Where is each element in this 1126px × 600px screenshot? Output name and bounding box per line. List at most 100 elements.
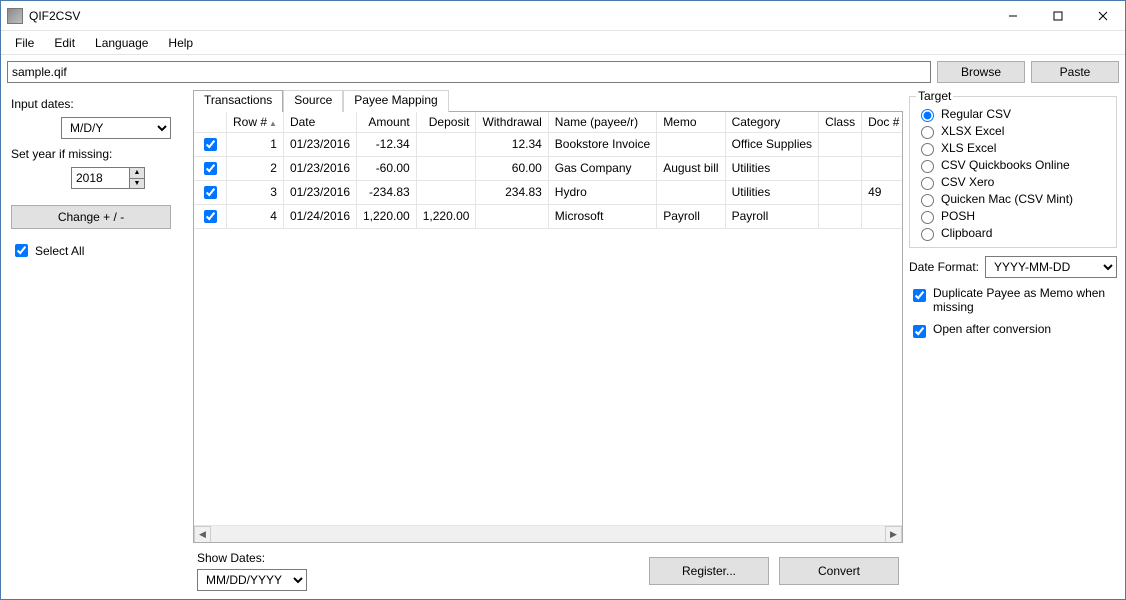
date-format-select[interactable]: YYYY-MM-DD bbox=[985, 256, 1117, 278]
cell-amount: 1,220.00 bbox=[357, 204, 417, 228]
table-row[interactable]: 301/23/2016-234.83234.83HydroUtilities49 bbox=[194, 180, 902, 204]
select-all-label: Select All bbox=[35, 244, 84, 258]
cell-row: 4 bbox=[227, 204, 284, 228]
cell-deposit bbox=[416, 132, 476, 156]
menu-help[interactable]: Help bbox=[160, 34, 201, 52]
target-label: Clipboard bbox=[941, 226, 992, 240]
tab-payee-mapping[interactable]: Payee Mapping bbox=[343, 90, 448, 112]
cell-withdrawal bbox=[476, 204, 548, 228]
minimize-icon bbox=[1008, 11, 1018, 21]
cell-doc bbox=[862, 156, 902, 180]
row-checkbox[interactable] bbox=[204, 210, 217, 223]
file-path-input[interactable] bbox=[7, 61, 931, 83]
file-row: Browse Paste bbox=[1, 55, 1125, 89]
date-format-label: Date Format: bbox=[909, 260, 979, 274]
cell-deposit: 1,220.00 bbox=[416, 204, 476, 228]
target-option: CSV Quickbooks Online bbox=[916, 156, 1110, 173]
col-withdrawal[interactable]: Withdrawal bbox=[476, 112, 548, 132]
col-date[interactable]: Date bbox=[283, 112, 356, 132]
target-radio[interactable] bbox=[921, 177, 934, 190]
col-doc[interactable]: Doc # bbox=[862, 112, 902, 132]
select-all-checkbox[interactable] bbox=[15, 244, 28, 257]
cell-date: 01/23/2016 bbox=[283, 180, 356, 204]
target-option: XLS Excel bbox=[916, 139, 1110, 156]
cell-category: Office Supplies bbox=[725, 132, 819, 156]
cell-amount: -234.83 bbox=[357, 180, 417, 204]
target-radio[interactable] bbox=[921, 211, 934, 224]
target-radio[interactable] bbox=[921, 160, 934, 173]
close-button[interactable] bbox=[1080, 1, 1125, 30]
open-after-label: Open after conversion bbox=[933, 322, 1051, 336]
scroll-left-button[interactable]: ◀ bbox=[194, 526, 211, 543]
center-panel: Transactions Source Payee Mapping Row #▲… bbox=[191, 89, 905, 599]
window-title: QIF2CSV bbox=[29, 9, 990, 23]
change-sign-button[interactable]: Change + / - bbox=[11, 205, 171, 229]
tabs: Transactions Source Payee Mapping bbox=[193, 89, 903, 111]
target-radio[interactable] bbox=[921, 228, 934, 241]
open-after-checkbox[interactable] bbox=[913, 325, 926, 338]
table-row[interactable]: 401/24/20161,220.001,220.00MicrosoftPayr… bbox=[194, 204, 902, 228]
cell-name: Microsoft bbox=[548, 204, 656, 228]
row-checkbox[interactable] bbox=[204, 186, 217, 199]
cell-memo bbox=[657, 180, 725, 204]
target-label: Regular CSV bbox=[941, 107, 1011, 121]
select-all-row: Select All bbox=[11, 241, 181, 260]
target-option: Clipboard bbox=[916, 224, 1110, 241]
cell-doc: 49 bbox=[862, 180, 902, 204]
register-button[interactable]: Register... bbox=[649, 557, 769, 585]
target-radio[interactable] bbox=[921, 109, 934, 122]
cell-category: Payroll bbox=[725, 204, 819, 228]
input-dates-select[interactable]: M/D/Y bbox=[61, 117, 171, 139]
year-input[interactable] bbox=[71, 167, 129, 189]
cell-name: Hydro bbox=[548, 180, 656, 204]
col-memo[interactable]: Memo bbox=[657, 112, 725, 132]
target-radio[interactable] bbox=[921, 126, 934, 139]
row-checkbox[interactable] bbox=[204, 162, 217, 175]
target-radio[interactable] bbox=[921, 143, 934, 156]
sort-asc-icon: ▲ bbox=[269, 119, 277, 128]
paste-button[interactable]: Paste bbox=[1031, 61, 1119, 83]
cell-doc bbox=[862, 132, 902, 156]
cell-class bbox=[819, 180, 862, 204]
cell-class bbox=[819, 132, 862, 156]
menu-file[interactable]: File bbox=[7, 34, 42, 52]
convert-button[interactable]: Convert bbox=[779, 557, 899, 585]
table-row[interactable]: 101/23/2016-12.3412.34Bookstore InvoiceO… bbox=[194, 132, 902, 156]
dup-payee-checkbox[interactable] bbox=[913, 289, 926, 302]
scroll-track[interactable] bbox=[211, 526, 885, 543]
col-deposit[interactable]: Deposit bbox=[416, 112, 476, 132]
cell-class bbox=[819, 204, 862, 228]
date-format-row: Date Format: YYYY-MM-DD bbox=[909, 256, 1117, 278]
col-amount[interactable]: Amount bbox=[357, 112, 417, 132]
show-dates-select[interactable]: MM/DD/YYYY bbox=[197, 569, 307, 591]
tab-source[interactable]: Source bbox=[283, 90, 343, 112]
menu-edit[interactable]: Edit bbox=[46, 34, 83, 52]
col-class[interactable]: Class bbox=[819, 112, 862, 132]
target-label: POSH bbox=[941, 209, 975, 223]
table-header-row: Row #▲ Date Amount Deposit Withdrawal Na… bbox=[194, 112, 902, 132]
target-label: CSV Xero bbox=[941, 175, 994, 189]
year-up-button[interactable]: ▲ bbox=[129, 167, 145, 178]
col-category[interactable]: Category bbox=[725, 112, 819, 132]
browse-button[interactable]: Browse bbox=[937, 61, 1025, 83]
col-row[interactable]: Row #▲ bbox=[227, 112, 284, 132]
scroll-right-button[interactable]: ▶ bbox=[885, 526, 902, 543]
cell-row: 2 bbox=[227, 156, 284, 180]
minimize-button[interactable] bbox=[990, 1, 1035, 30]
show-dates-label: Show Dates: bbox=[197, 551, 307, 565]
target-radio[interactable] bbox=[921, 194, 934, 207]
cell-name: Bookstore Invoice bbox=[548, 132, 656, 156]
cell-amount: -60.00 bbox=[357, 156, 417, 180]
table-row[interactable]: 201/23/2016-60.0060.00Gas CompanyAugust … bbox=[194, 156, 902, 180]
col-name[interactable]: Name (payee/r) bbox=[548, 112, 656, 132]
menu-language[interactable]: Language bbox=[87, 34, 156, 52]
row-checkbox[interactable] bbox=[204, 138, 217, 151]
tab-transactions[interactable]: Transactions bbox=[193, 90, 283, 112]
maximize-button[interactable] bbox=[1035, 1, 1080, 30]
year-down-button[interactable]: ▼ bbox=[129, 178, 145, 189]
cell-row: 3 bbox=[227, 180, 284, 204]
horizontal-scrollbar[interactable]: ◀ ▶ bbox=[194, 525, 902, 542]
transactions-table: Row #▲ Date Amount Deposit Withdrawal Na… bbox=[194, 112, 902, 229]
year-row: ▲ ▼ bbox=[71, 167, 181, 189]
target-label: XLSX Excel bbox=[941, 124, 1004, 138]
